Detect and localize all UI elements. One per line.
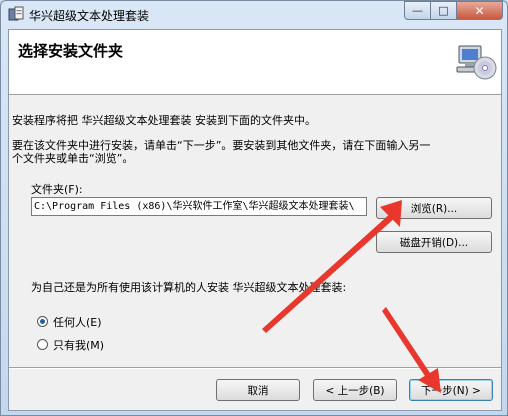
next-button[interactable]: 下一步(N) > xyxy=(409,379,493,401)
maximize-button[interactable]: □ xyxy=(431,1,457,20)
back-button[interactable]: < 上一步(B) xyxy=(313,379,397,401)
folder-path-input[interactable]: C:\Program Files (x86)\华兴软件工作室\华兴超级文本处理套… xyxy=(31,197,367,216)
radio-only-me[interactable] xyxy=(37,339,48,350)
option-only-me-label[interactable]: 只有我(M) xyxy=(53,337,104,353)
installer-app-icon xyxy=(8,6,24,21)
footer-divider xyxy=(9,367,501,369)
minimize-button[interactable]: — xyxy=(404,1,431,20)
dialog-client-area: 选择安装文件夹 安装程序将把 华兴超级文本处理套装 安装到下面的文件夹中。 要在… xyxy=(8,29,502,411)
page-title: 选择安装文件夹 xyxy=(18,42,124,60)
installer-window: 华兴超级文本处理套装 — □ ✕ 选择安装文件夹 安装程序将把 华兴超级文本处理… xyxy=(0,0,508,416)
install-for-question: 为自己还是为所有使用该计算机的人安装 华兴超级文本处理套装: xyxy=(31,281,347,294)
title-bar[interactable]: 华兴超级文本处理套装 — □ ✕ xyxy=(1,1,507,27)
option-everyone-label[interactable]: 任何人(E) xyxy=(53,314,102,330)
disk-cost-button[interactable]: 磁盘开销(D)... xyxy=(376,231,492,253)
computer-disc-icon xyxy=(456,45,497,80)
radio-everyone[interactable] xyxy=(37,316,48,327)
intro-text: 安装程序将把 华兴超级文本处理套装 安装到下面的文件夹中。 xyxy=(12,114,316,127)
header-panel: 选择安装文件夹 xyxy=(9,30,501,95)
hint-text-line2: 个文件夹或单击“浏览”。 xyxy=(12,152,134,165)
caption-buttons: — □ ✕ xyxy=(404,1,503,20)
close-button[interactable]: ✕ xyxy=(457,1,503,20)
cancel-button[interactable]: 取消 xyxy=(216,379,300,401)
folder-label: 文件夹(F): xyxy=(31,183,83,196)
window-title: 华兴超级文本处理套装 xyxy=(29,9,150,23)
browse-button[interactable]: 浏览(R)... xyxy=(376,197,492,219)
